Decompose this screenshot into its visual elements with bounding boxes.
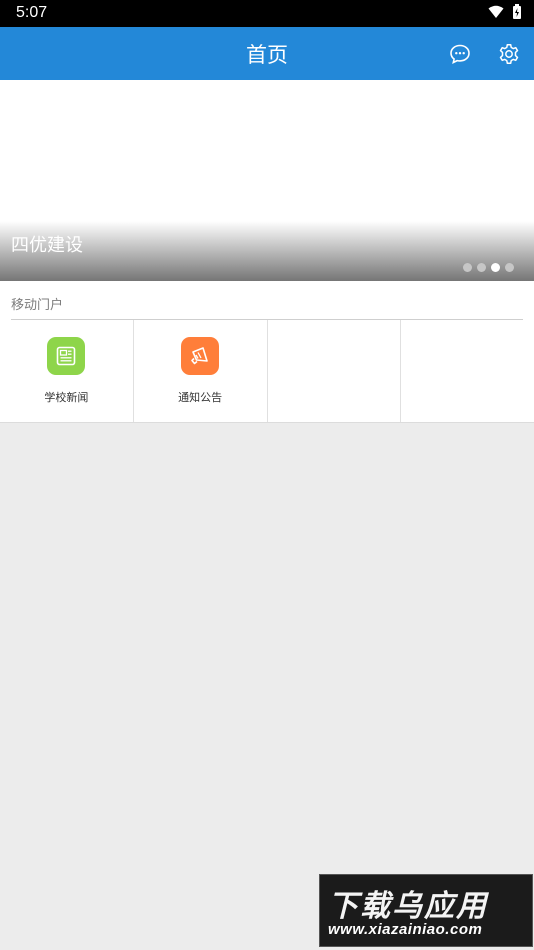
message-button[interactable]: [447, 41, 473, 67]
settings-button[interactable]: [496, 41, 522, 67]
portal-item-label: 通知公告: [178, 391, 223, 404]
chat-bubble-icon: [450, 44, 470, 64]
status-bar: 5:07: [0, 0, 534, 27]
carousel-indicator: [463, 263, 514, 272]
portal-item-school-news[interactable]: 学校新闻: [0, 320, 134, 422]
mobile-portal-section: 移动门户 学校新闻 通知公告: [0, 281, 534, 423]
carousel-dot: [477, 263, 486, 272]
carousel-dot: [505, 263, 514, 272]
status-icons: [488, 4, 522, 20]
newspaper-icon: [47, 337, 86, 375]
portal-item-empty: [401, 320, 534, 422]
portal-grid: 学校新闻 通知公告: [0, 320, 534, 422]
wifi-icon: [488, 5, 504, 18]
watermark-url: www.xiazainiao.com: [328, 921, 483, 938]
app-bar: 首页: [0, 27, 534, 80]
portal-item-notices[interactable]: 通知公告: [134, 320, 268, 422]
portal-item-empty: [268, 320, 402, 422]
carousel-dot: [463, 263, 472, 272]
status-time: 5:07: [16, 4, 48, 21]
megaphone-icon: [181, 337, 220, 375]
watermark-title: 下载乌应用: [328, 889, 488, 924]
section-title: 移动门户: [11, 298, 64, 313]
watermark-logo: 下载乌应用 www.xiazainiao.com: [319, 874, 533, 947]
portal-item-label: 学校新闻: [44, 391, 89, 404]
carousel-dot-active: [491, 263, 500, 272]
banner-carousel[interactable]: 四优建设: [0, 80, 534, 281]
gear-icon: [499, 44, 519, 64]
battery-icon: [513, 4, 521, 19]
banner-caption: 四优建设: [11, 235, 83, 256]
